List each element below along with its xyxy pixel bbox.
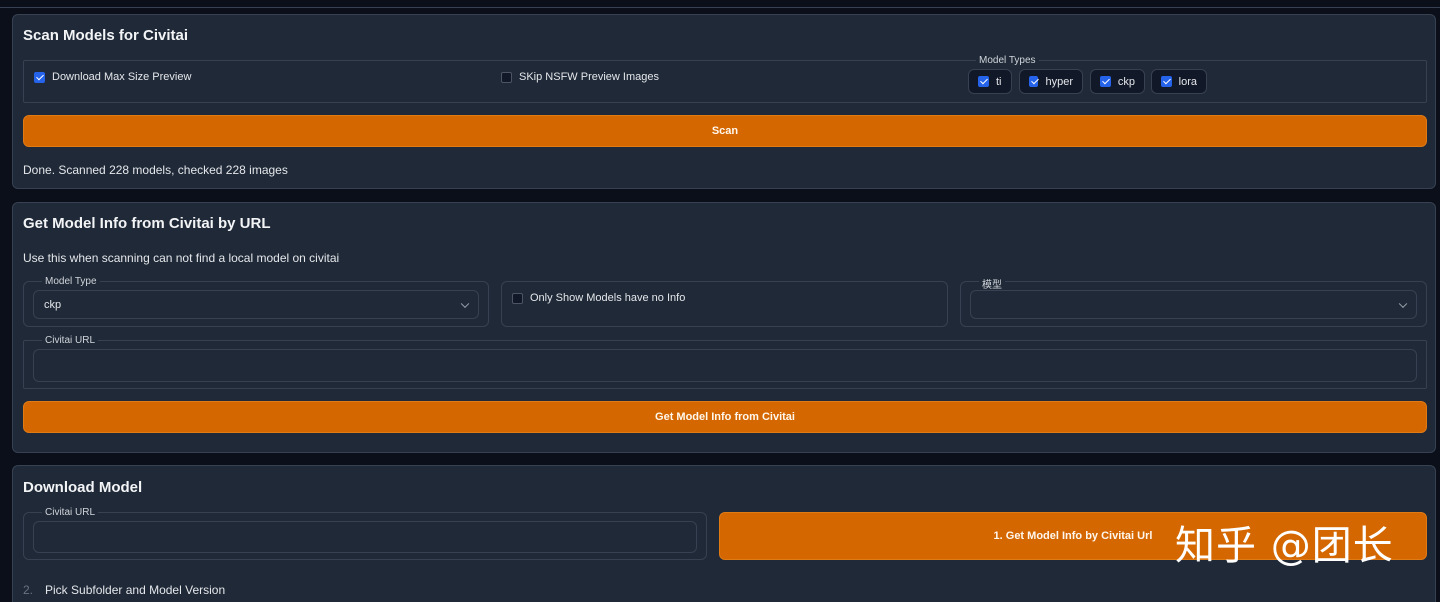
model-type-lora-label: lora bbox=[1178, 75, 1197, 88]
get-model-info-button[interactable]: Get Model Info from Civitai bbox=[23, 401, 1427, 433]
download-url-group: Civitai URL bbox=[23, 507, 707, 560]
step-2-item: 2. Pick Subfolder and Model Version bbox=[23, 583, 225, 597]
checkbox-checked-icon[interactable] bbox=[978, 76, 989, 87]
only-no-info-group: Only Show Models have no Info bbox=[501, 281, 948, 327]
checkbox-checked-icon[interactable] bbox=[1161, 76, 1172, 87]
only-no-info-checkbox[interactable]: Only Show Models have no Info bbox=[512, 292, 685, 304]
scan-section-title: Scan Models for Civitai bbox=[23, 27, 189, 44]
civitai-url-input[interactable] bbox=[33, 349, 1417, 382]
model-type-ckp[interactable]: ckp bbox=[1090, 69, 1145, 94]
scan-button[interactable]: Scan bbox=[23, 115, 1427, 147]
model-type-group: Model Type ckp bbox=[23, 276, 489, 327]
skip-nsfw-checkbox[interactable]: SKip NSFW Preview Images bbox=[501, 71, 659, 83]
checkbox-checked-icon[interactable] bbox=[34, 71, 45, 83]
checkbox-unchecked-icon[interactable] bbox=[512, 292, 523, 304]
civitai-url-group: Civitai URL bbox=[23, 335, 1427, 389]
skip-nsfw-label: SKip NSFW Preview Images bbox=[519, 71, 659, 83]
checkbox-unchecked-icon[interactable] bbox=[501, 71, 512, 83]
get-model-info-by-url-panel: Get Model Info from Civitai by URL Use t… bbox=[12, 202, 1436, 453]
model-type-select[interactable]: ckp bbox=[33, 290, 479, 319]
zhihu-watermark: 知乎 @团长 bbox=[1175, 523, 1394, 569]
model-type-value: ckp bbox=[44, 298, 62, 311]
chevron-down-icon bbox=[1398, 299, 1408, 308]
scan-options-row: Download Max Size Preview SKip NSFW Prev… bbox=[23, 60, 1427, 103]
url-section-title: Get Model Info from Civitai by URL bbox=[23, 215, 271, 232]
step-2-label: Pick Subfolder and Model Version bbox=[45, 583, 226, 597]
model-select-group: 模型 bbox=[960, 276, 1427, 327]
model-type-hyper-label: hyper bbox=[1045, 75, 1073, 88]
only-no-info-label: Only Show Models have no Info bbox=[530, 292, 686, 304]
download-url-label: Civitai URL bbox=[42, 507, 99, 518]
top-border bbox=[0, 0, 1440, 8]
scan-status-text: Done. Scanned 228 models, checked 228 im… bbox=[23, 163, 288, 177]
model-select[interactable] bbox=[970, 290, 1417, 319]
model-type-ti[interactable]: ti bbox=[968, 69, 1012, 94]
model-select-label: 模型 bbox=[979, 276, 1005, 291]
download-max-preview-checkbox[interactable]: Download Max Size Preview bbox=[34, 71, 191, 83]
download-url-input[interactable] bbox=[33, 521, 697, 553]
model-type-ti-label: ti bbox=[996, 75, 1002, 88]
step-2-number: 2. bbox=[23, 583, 34, 597]
model-type-label: Model Type bbox=[42, 276, 100, 287]
model-type-lora[interactable]: lora bbox=[1151, 69, 1207, 94]
download-max-preview-label: Download Max Size Preview bbox=[52, 71, 192, 83]
chevron-down-icon bbox=[460, 299, 470, 308]
download-section-title: Download Model bbox=[23, 479, 143, 496]
scan-models-panel: Scan Models for Civitai Download Max Siz… bbox=[12, 14, 1436, 189]
civitai-url-label: Civitai URL bbox=[42, 335, 99, 346]
checkbox-checked-icon[interactable] bbox=[1029, 76, 1039, 87]
model-types-legend: Model Types bbox=[976, 55, 1039, 66]
url-section-description: Use this when scanning can not find a lo… bbox=[23, 251, 340, 265]
checkbox-checked-icon[interactable] bbox=[1100, 76, 1111, 87]
model-type-hyper[interactable]: hyper bbox=[1019, 69, 1083, 94]
model-type-ckp-label: ckp bbox=[1117, 75, 1135, 88]
